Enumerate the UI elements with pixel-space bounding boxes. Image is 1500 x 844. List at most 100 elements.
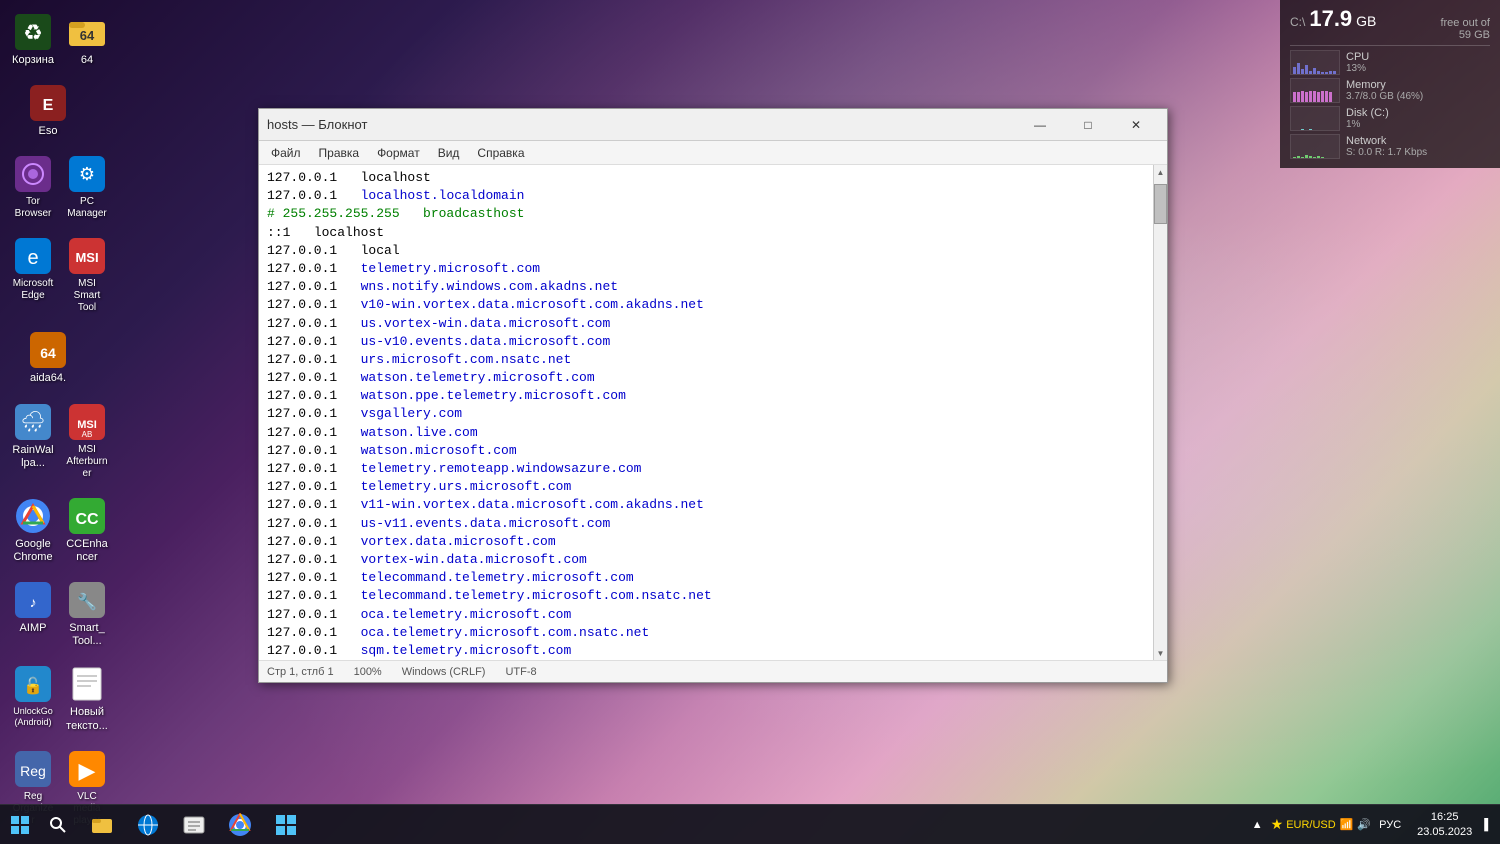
taskbar-pinned-apps (80, 805, 308, 844)
desktop-icon-aida64[interactable]: 64 aida64. (8, 326, 88, 389)
disk-graph (1290, 106, 1340, 131)
network-graph (1290, 134, 1340, 159)
aida64-label: aida64. (30, 372, 66, 385)
search-button[interactable] (40, 805, 76, 844)
desktop-icon-pcmanager[interactable]: ⚙ PC Manager (62, 150, 112, 224)
storage-size: 17.9 (1309, 6, 1352, 32)
smarttool-label: Smart_Tool... (66, 622, 108, 648)
rain-label: RainWallpa... (12, 444, 54, 470)
network-stat: Network S: 0.0 R: 1.7 Kbps (1290, 134, 1490, 159)
scroll-down-button[interactable]: ▼ (1154, 646, 1167, 660)
svg-text:AB: AB (82, 430, 93, 439)
status-line-ending: Windows (CRLF) (402, 666, 486, 678)
svg-text:CC: CC (75, 511, 99, 528)
edge-label: Microsoft Edge (12, 278, 54, 302)
msiab-icon: MSIAB (67, 402, 107, 442)
desktop-icon-chrome[interactable]: Google Chrome (8, 492, 58, 568)
edge-icon: e (13, 236, 53, 276)
notepad-scrollbar[interactable]: ▲ ▼ (1153, 165, 1167, 660)
pcmanager-label: PC Manager (66, 196, 108, 220)
desktop-icon-newtxt[interactable]: Новый тексто... (62, 660, 112, 736)
clock-date: 23.05.2023 (1417, 825, 1472, 839)
show-desktop-button[interactable]: ▌ (1484, 819, 1492, 831)
newtxt-icon (67, 664, 107, 704)
svg-text:🔧: 🔧 (77, 592, 97, 611)
minimize-button[interactable]: — (1017, 110, 1063, 140)
eso-icon: E (28, 83, 68, 123)
taskbar-right: ▲ ★ EUR/USD 📶 🔊 РУС 16:25 23.05.2023 ▌ (1252, 810, 1500, 839)
status-zoom: 100% (354, 666, 382, 678)
windows-icon (11, 816, 29, 834)
desktop-icon-msi[interactable]: MSI MSI Smart Tool (62, 232, 112, 318)
svg-text:64: 64 (80, 28, 95, 43)
language-indicator[interactable]: РУС (1375, 819, 1405, 831)
desktop-icon-msiab[interactable]: MSIAB MSI Afterburner (62, 398, 112, 484)
desktop-icon-eso[interactable]: E Eso (8, 79, 88, 142)
taskbar-browser[interactable] (126, 805, 170, 844)
menu-file[interactable]: Файл (263, 144, 309, 162)
taskbar-explorer[interactable] (80, 805, 124, 844)
menu-edit[interactable]: Правка (311, 144, 368, 162)
notepad-titlebar[interactable]: hosts — Блокнот — □ ✕ (259, 109, 1167, 141)
recycle-icon: ♻ (13, 12, 53, 52)
status-encoding: UTF-8 (505, 666, 536, 678)
status-position: Стр 1, стлб 1 (267, 666, 334, 678)
scroll-track[interactable] (1154, 179, 1167, 646)
desktop-icon-folder64[interactable]: 64 64 (62, 8, 112, 71)
aida64-icon: 64 (28, 330, 68, 370)
notepad-text-area[interactable]: 127.0.0.1 localhost 127.0.0.1 localhost.… (259, 165, 1153, 660)
clock[interactable]: 16:25 23.05.2023 (1409, 810, 1480, 839)
desktop-icon-edge[interactable]: e Microsoft Edge (8, 232, 58, 318)
tray-icon-network[interactable]: 📶 (1340, 818, 1354, 831)
desktop: C:\ 17.9 GB free out of 59 GB (0, 0, 1500, 844)
svg-text:64: 64 (40, 345, 56, 361)
drive-label: C:\ (1290, 15, 1305, 29)
svg-text:e: e (27, 247, 38, 269)
cpu-graph (1290, 50, 1340, 75)
storage-free: free out of 59 GB (1440, 17, 1490, 41)
notepad-controls: — □ ✕ (1017, 110, 1159, 140)
menu-help[interactable]: Справка (469, 144, 532, 162)
file-explorer-icon (90, 813, 114, 837)
tray-icon-sound[interactable]: 🔊 (1357, 818, 1371, 831)
maximize-button[interactable]: □ (1065, 110, 1111, 140)
desktop-icons-container: ♻ Корзина 64 64 E Eso (0, 0, 120, 804)
taskbar-chrome[interactable] (218, 805, 262, 844)
aimp-icon: ♪ (13, 580, 53, 620)
svg-text:Reg: Reg (20, 763, 46, 779)
chrome-icon (13, 496, 53, 536)
menu-view[interactable]: Вид (430, 144, 468, 162)
cpu-stat: CPU 13% (1290, 50, 1490, 75)
taskbar-filemanager[interactable] (172, 805, 216, 844)
scroll-thumb[interactable] (1154, 184, 1167, 224)
torbrowser-label: Tor Browser (12, 196, 54, 220)
chrome-taskbar-icon (228, 813, 252, 837)
vlc-icon: ▶ (67, 749, 107, 789)
ccenhancer-label: CCEnhancer (66, 538, 108, 564)
browser-icon (136, 813, 160, 837)
desktop-icon-smarttool[interactable]: 🔧 Smart_Tool... (62, 576, 112, 652)
desktop-icon-aimp[interactable]: ♪ AIMP (8, 576, 58, 652)
unlockgo-icon: 🔓 (13, 664, 53, 704)
search-icon (50, 817, 66, 833)
file-manager-icon (182, 813, 206, 837)
scroll-up-button[interactable]: ▲ (1154, 165, 1167, 179)
svg-text:🌧: 🌧 (20, 411, 45, 433)
pcmanager-icon: ⚙ (67, 154, 107, 194)
notepad-window: hosts — Блокнот — □ ✕ Файл Правка Формат… (258, 108, 1168, 683)
start-button[interactable] (0, 805, 40, 844)
close-button[interactable]: ✕ (1113, 110, 1159, 140)
desktop-icon-ccenhancer[interactable]: CC CCEnhancer (62, 492, 112, 568)
tray-arrow[interactable]: ▲ (1252, 819, 1263, 831)
regorganizer-icon: Reg (13, 749, 53, 789)
desktop-icon-rain[interactable]: 🌧 RainWallpa... (8, 398, 58, 484)
menu-format[interactable]: Формат (369, 144, 428, 162)
msi-label: MSI Smart Tool (66, 278, 108, 314)
desktop-icon-recycle[interactable]: ♻ Корзина (8, 8, 58, 71)
desktop-icon-tor[interactable]: Tor Browser (8, 150, 58, 224)
svg-text:⚙: ⚙ (79, 164, 95, 184)
notepad-statusbar: Стр 1, стлб 1 100% Windows (CRLF) UTF-8 (259, 660, 1167, 682)
desktop-icon-unlockgo[interactable]: 🔓 UnlockGo (Android) (8, 660, 58, 736)
taskbar-windows[interactable] (264, 805, 308, 844)
notepad-content: 127.0.0.1 localhost 127.0.0.1 localhost.… (259, 165, 1167, 660)
